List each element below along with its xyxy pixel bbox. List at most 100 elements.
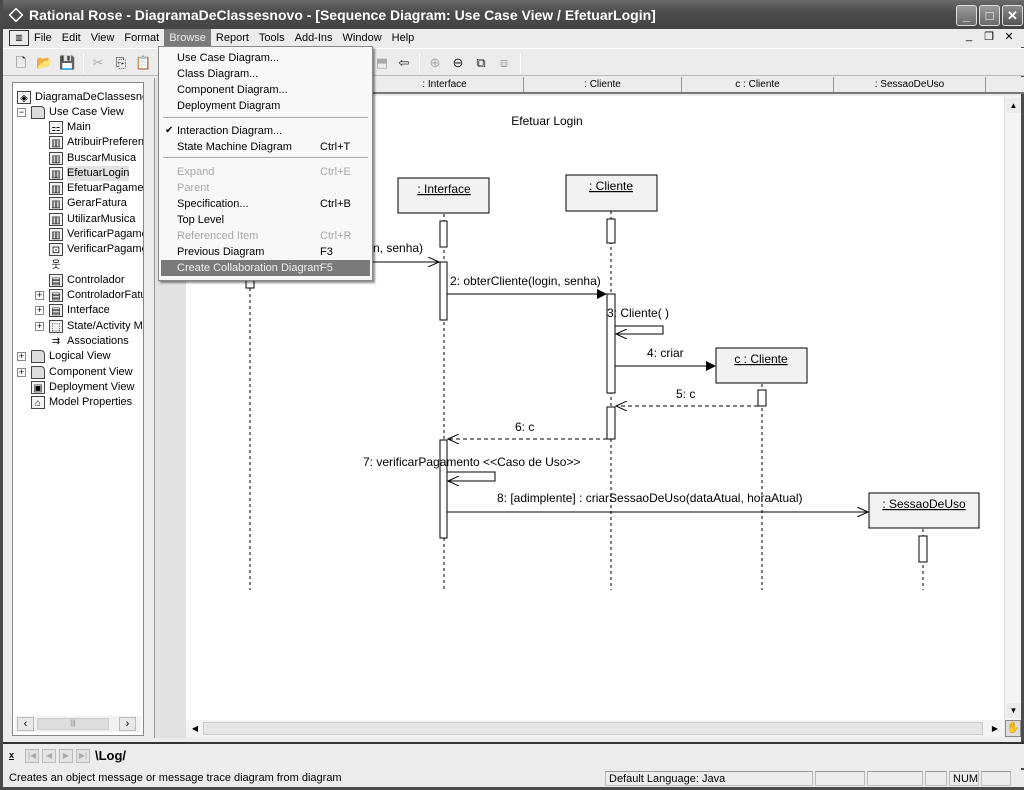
menu-tools[interactable]: Tools <box>254 29 290 47</box>
expand-icon[interactable]: + <box>17 352 26 361</box>
next-tab-button[interactable]: ▶ <box>59 749 73 763</box>
back-icon[interactable]: ⇦ <box>396 55 412 71</box>
menu-report[interactable]: Report <box>211 29 254 47</box>
minimize-button[interactable]: _ <box>956 5 977 26</box>
scroll-down-button[interactable]: ▼ <box>1006 703 1021 718</box>
browse-menu-item[interactable]: Parent <box>161 180 370 196</box>
scroll-right-button[interactable]: ▶ <box>988 721 1002 736</box>
message-8[interactable]: 8: [adimplente] : criarSessaoDeUso(dataA… <box>447 491 868 512</box>
scroll-right-button[interactable]: › <box>119 717 136 731</box>
menu-format[interactable]: Format <box>119 29 164 47</box>
copy-icon[interactable]: ⎘ <box>113 55 129 71</box>
browse-menu-item[interactable]: Specification... Ctrl+B <box>161 196 370 212</box>
menu-add-ins[interactable]: Add-Ins <box>290 29 338 47</box>
browse-menu-item[interactable]: Expand Ctrl+E <box>161 164 370 180</box>
pan-hand-icon[interactable]: ✋ <box>1005 720 1021 737</box>
tree-item[interactable]: 웃 <box>49 258 67 273</box>
tree-item[interactable]: ▤ ControladorFatura <box>49 288 143 303</box>
tree-item[interactable]: ▥ AtribuirPreferencias <box>49 135 143 150</box>
tree-item[interactable]: ▥ VerificarPagamento <box>49 227 143 242</box>
paste-icon[interactable]: 📋 <box>135 55 151 71</box>
browse-menu-item[interactable]: State Machine Diagram Ctrl+T <box>161 139 370 155</box>
first-tab-button[interactable]: |◀ <box>25 749 39 763</box>
menu-view[interactable]: View <box>86 29 120 47</box>
mdi-close-button[interactable]: ✕ <box>1001 30 1017 43</box>
browser-horizontal-scrollbar[interactable]: ‹ ||| › <box>15 716 141 732</box>
tree-item[interactable]: ▣ Deployment View <box>31 380 134 395</box>
message-1[interactable]: n, senha) <box>373 241 439 262</box>
expand-icon[interactable]: + <box>17 368 26 377</box>
document-icon[interactable]: ▥ <box>9 30 29 46</box>
tree-item[interactable]: ⊡ VerificarPagamento <box>49 242 143 257</box>
message-2[interactable]: 2: obterCliente(login, senha) <box>447 274 607 299</box>
menu-window[interactable]: Window <box>338 29 387 47</box>
save-icon[interactable]: 💾 <box>59 55 75 71</box>
tree-item[interactable]: ⌂ Model Properties <box>31 395 132 410</box>
mdi-minimize-button[interactable]: _ <box>961 30 977 43</box>
close-button[interactable]: ✕ <box>1002 5 1023 26</box>
scroll-left-button[interactable]: ◀ <box>188 721 202 736</box>
maximize-button[interactable]: □ <box>979 5 1000 26</box>
diagram-horizontal-scrollbar[interactable]: ◀ ▶ <box>186 720 1004 737</box>
zoom-in-icon[interactable]: ⊕ <box>427 55 443 71</box>
tree-item[interactable]: ▤ Controlador <box>49 273 124 288</box>
log-close-button[interactable]: x <box>9 750 14 760</box>
browse-menu-item[interactable]: Component Diagram... <box>161 82 370 98</box>
object-cliente[interactable]: : Cliente <box>565 174 658 212</box>
message-5[interactable]: 5: c <box>616 387 758 406</box>
expand-icon[interactable]: + <box>35 322 44 331</box>
browse-menu-item[interactable]: Create Collaboration Diagram F5 <box>161 260 370 276</box>
new-icon[interactable]: 🗋 <box>13 55 29 71</box>
message-3[interactable]: 3: Cliente( ) <box>607 306 669 334</box>
scroll-left-button[interactable]: ‹ <box>17 717 34 731</box>
tree-item[interactable]: Component View <box>31 365 133 380</box>
scroll-thumb[interactable] <box>203 722 983 735</box>
browse-menu-item[interactable]: ✔ Interaction Diagram... <box>161 123 370 139</box>
scroll-thumb[interactable]: ||| <box>37 718 109 730</box>
menu-help[interactable]: Help <box>387 29 420 47</box>
scroll-up-button[interactable]: ▲ <box>1006 98 1021 113</box>
fit-window-icon[interactable]: ⧉ <box>473 55 489 71</box>
tree-item[interactable]: ▥ BuscarMusica <box>49 151 136 166</box>
browse-menu-item[interactable]: Top Level <box>161 212 370 228</box>
tree-item[interactable]: Logical View <box>31 349 111 364</box>
browse-parent-icon[interactable]: ⬒ <box>374 55 390 71</box>
object-sessaodeuso[interactable]: : SessaoDeUso <box>868 492 980 529</box>
expand-icon[interactable]: + <box>35 306 44 315</box>
collapse-icon[interactable]: − <box>17 108 26 117</box>
expand-icon[interactable]: + <box>35 291 44 300</box>
tree-item[interactable]: ⚏ Main <box>49 120 91 135</box>
tree-item[interactable]: ⬚ State/Activity Model <box>49 319 143 334</box>
browse-menu-item[interactable]: Class Diagram... <box>161 66 370 82</box>
tree-item[interactable]: ▤ Interface <box>49 303 110 318</box>
tree-item[interactable]: ▥ EfetuarPagamento <box>49 181 143 196</box>
menu-browse[interactable]: Browse <box>164 29 211 47</box>
menu-edit[interactable]: Edit <box>57 29 86 47</box>
open-icon[interactable]: 📂 <box>36 55 52 71</box>
tree-item[interactable]: Use Case View <box>31 105 124 120</box>
browse-menu-item[interactable]: Deployment Diagram <box>161 98 370 114</box>
tree-item[interactable]: ▥ UtilizarMusica <box>49 212 135 227</box>
pane-splitter[interactable] <box>147 78 153 738</box>
prev-tab-button[interactable]: ◀ <box>42 749 56 763</box>
tree-item[interactable]: ▥ EfetuarLogin <box>49 166 130 181</box>
tree-item[interactable]: ⇉ Associations <box>49 334 129 349</box>
object-interface[interactable]: : Interface <box>397 177 490 214</box>
message-7[interactable]: 7: verificarPagamento <<Caso de Uso>> <box>363 455 580 481</box>
zoom-out-icon[interactable]: ⊖ <box>450 55 466 71</box>
tree-root[interactable]: ◈ DiagramaDeClassesnovo <box>17 90 143 105</box>
last-tab-button[interactable]: ▶| <box>76 749 90 763</box>
browse-menu-item[interactable]: Referenced Item Ctrl+R <box>161 228 370 244</box>
undo-fit-icon[interactable]: ⧈ <box>496 55 512 71</box>
object-c-cliente[interactable]: c : Cliente <box>715 347 808 384</box>
diagram-vertical-scrollbar[interactable]: ▲ ▼ <box>1004 96 1021 720</box>
browse-menu-item[interactable]: Previous Diagram F3 <box>161 244 370 260</box>
cut-icon[interactable]: ✂ <box>90 55 106 71</box>
menu-file[interactable]: File <box>29 29 57 47</box>
tree-item[interactable]: ▥ GerarFatura <box>49 196 127 211</box>
log-tab[interactable]: \Log/ <box>95 748 126 763</box>
message-6[interactable]: 6: c <box>448 420 607 439</box>
mdi-restore-button[interactable]: ❐ <box>981 30 997 43</box>
message-4[interactable]: 4: criar <box>615 346 716 371</box>
browse-menu-item[interactable]: Use Case Diagram... <box>161 50 370 66</box>
